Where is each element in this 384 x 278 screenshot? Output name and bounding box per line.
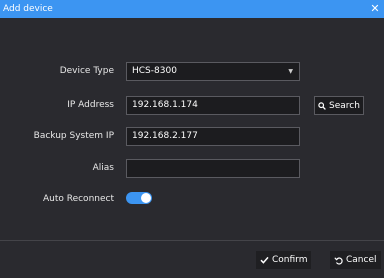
- alias-label: Alias: [92, 163, 114, 173]
- alias-input[interactable]: [126, 159, 300, 178]
- dialog-title: Add device: [3, 4, 53, 14]
- search-button[interactable]: Search: [314, 96, 364, 115]
- cancel-button[interactable]: Cancel: [330, 251, 381, 269]
- ip-address-label: IP Address: [67, 100, 114, 110]
- checkmark-icon: [260, 256, 269, 264]
- device-type-label: Device Type: [59, 66, 114, 76]
- confirm-button-label: Confirm: [272, 255, 308, 265]
- dialog-footer: Confirm Cancel: [0, 240, 384, 278]
- ip-address-input[interactable]: 192.168.1.174: [126, 96, 300, 115]
- backup-ip-input[interactable]: 192.168.2.177: [126, 127, 300, 146]
- search-button-label: Search: [329, 100, 360, 111]
- dialog-body: Device Type HCS-8300 ▼ IP Address 192.16…: [0, 18, 384, 240]
- auto-reconnect-toggle[interactable]: [126, 192, 152, 204]
- undo-icon: [334, 256, 343, 265]
- auto-reconnect-label: Auto Reconnect: [42, 194, 114, 204]
- dropdown-arrow-icon: ▼: [288, 68, 293, 75]
- device-type-select[interactable]: HCS-8300 ▼: [126, 62, 300, 81]
- backup-ip-value: 192.168.2.177: [132, 131, 198, 141]
- backup-ip-label: Backup System IP: [33, 131, 114, 141]
- search-icon: [318, 101, 326, 110]
- toggle-knob: [141, 193, 151, 203]
- cancel-button-label: Cancel: [346, 255, 377, 265]
- device-type-value: HCS-8300: [132, 66, 177, 76]
- ip-address-value: 192.168.1.174: [132, 100, 198, 110]
- dialog-titlebar: Add device ✕: [0, 0, 384, 18]
- close-icon[interactable]: ✕: [369, 2, 381, 16]
- confirm-button[interactable]: Confirm: [256, 251, 312, 269]
